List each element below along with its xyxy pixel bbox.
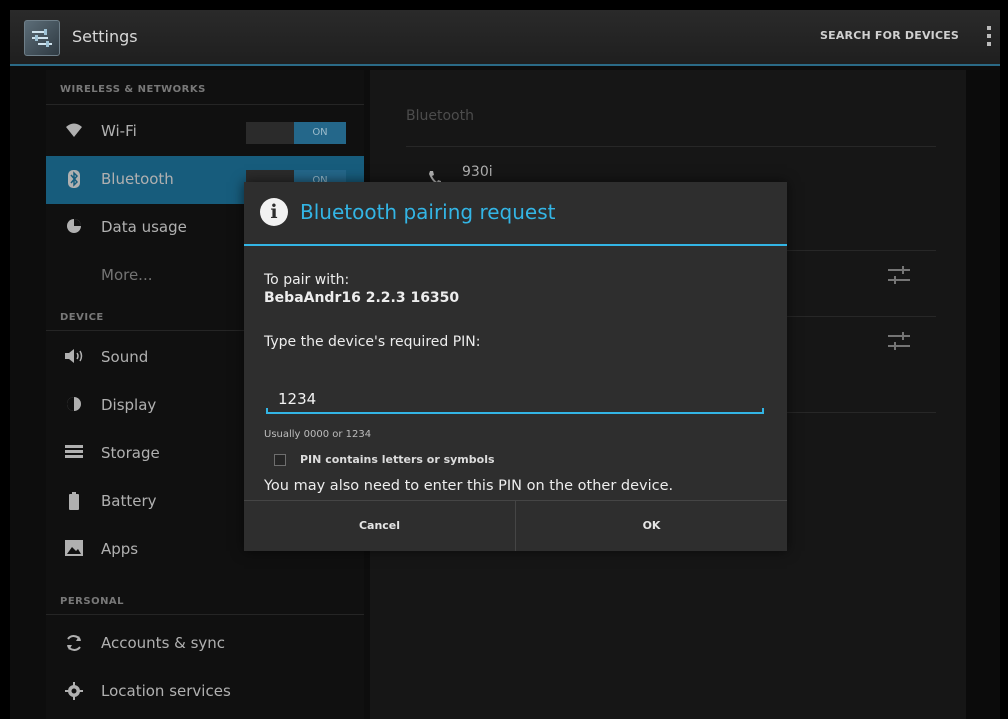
pin-hint: Usually 0000 or 1234 (264, 429, 372, 440)
dialog-button-bar: Cancel OK (244, 500, 787, 551)
pin-prompt: Type the device's required PIN: (264, 334, 481, 350)
device-identifier: BebaAndr16 2.2.3 16350 (264, 290, 460, 306)
settings-app-icon[interactable] (24, 20, 60, 56)
cancel-button[interactable]: Cancel (244, 501, 515, 551)
pin-letters-checkbox-label[interactable]: PIN contains letters or symbols (300, 453, 495, 466)
ok-button[interactable]: OK (516, 501, 787, 551)
pair-with-label: To pair with: (264, 272, 350, 288)
action-bar: Settings SEARCH FOR DEVICES (10, 10, 1000, 66)
pin-letters-checkbox[interactable] (274, 454, 286, 466)
info-icon: i (260, 198, 288, 226)
input-edge (266, 408, 268, 414)
screen: Settings SEARCH FOR DEVICES WIRELESS & N… (10, 10, 1000, 719)
bluetooth-pairing-dialog: i Bluetooth pairing request To pair with… (244, 182, 787, 551)
app-title: Settings (72, 27, 138, 46)
dialog-title: Bluetooth pairing request (300, 200, 556, 224)
input-edge (762, 408, 764, 414)
pin-input[interactable] (266, 388, 764, 414)
dialog-header: i Bluetooth pairing request (244, 182, 787, 246)
search-for-devices-button[interactable]: SEARCH FOR DEVICES (820, 29, 959, 42)
pin-note: You may also need to enter this PIN on t… (264, 478, 674, 494)
overflow-menu-icon[interactable] (986, 26, 992, 50)
